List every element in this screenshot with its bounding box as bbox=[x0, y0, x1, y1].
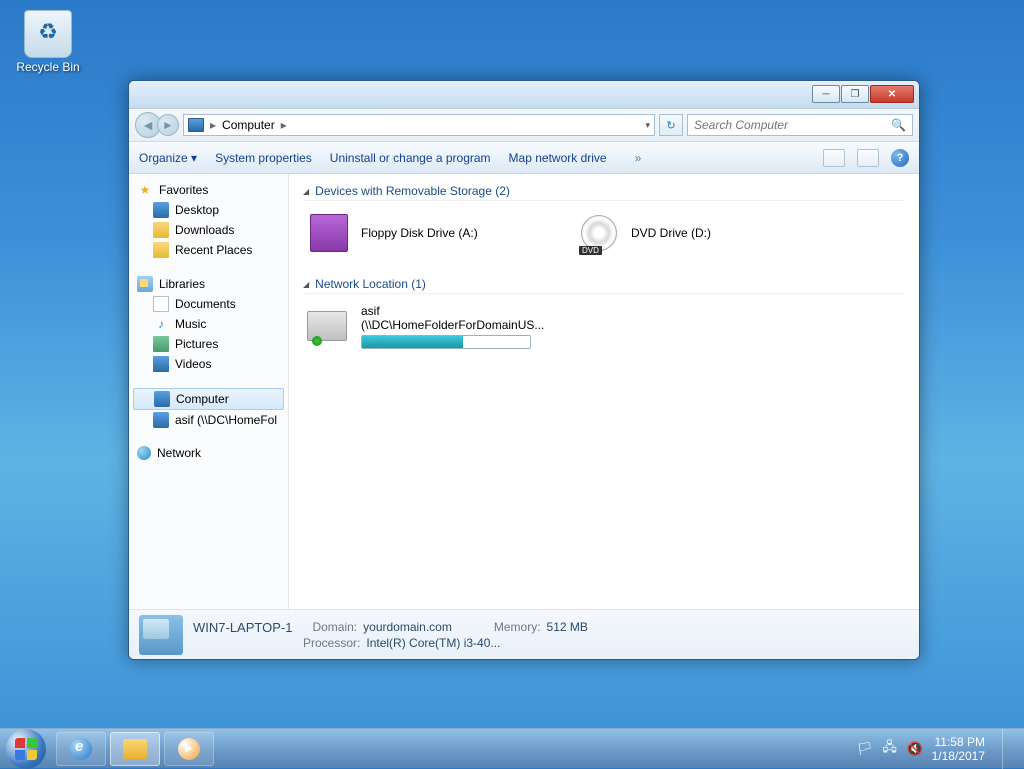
overflow-chevron-icon[interactable]: » bbox=[635, 151, 642, 165]
chevron-down-icon: ▾ bbox=[191, 151, 197, 165]
taskbar-media-player[interactable] bbox=[164, 732, 214, 766]
floppy-drive-item[interactable]: Floppy Disk Drive (A:) bbox=[303, 207, 563, 259]
clock[interactable]: 11:58 PM 1/18/2017 bbox=[932, 735, 985, 763]
sidebar-item-pictures[interactable]: Pictures bbox=[129, 334, 288, 354]
address-location[interactable]: Computer bbox=[222, 118, 275, 132]
dvd-icon: DVD bbox=[577, 211, 621, 255]
navigation-pane: ★Favorites Desktop Downloads Recent Plac… bbox=[129, 174, 289, 609]
close-button[interactable]: ✕ bbox=[870, 85, 914, 103]
dvd-drive-item[interactable]: DVD DVD Drive (D:) bbox=[573, 207, 833, 259]
videos-icon bbox=[153, 356, 169, 372]
domain-value: yourdomain.com bbox=[363, 620, 452, 635]
libraries-icon bbox=[137, 276, 153, 292]
uninstall-button[interactable]: Uninstall or change a program bbox=[330, 151, 491, 165]
network-tray-icon[interactable]: 🖧 bbox=[882, 741, 898, 757]
folder-icon bbox=[123, 739, 147, 759]
folder-icon bbox=[153, 242, 169, 258]
memory-value: 512 MB bbox=[547, 620, 588, 635]
titlebar[interactable]: ─ ❐ ✕ bbox=[129, 81, 919, 109]
content-pane: ◢Devices with Removable Storage (2) Flop… bbox=[289, 174, 919, 609]
recycle-bin-icon bbox=[24, 10, 72, 58]
folder-icon bbox=[153, 222, 169, 238]
network-drive-icon bbox=[307, 305, 351, 349]
search-icon[interactable]: 🔍 bbox=[891, 118, 906, 132]
floppy-icon bbox=[307, 211, 351, 255]
sidebar-item-documents[interactable]: Documents bbox=[129, 294, 288, 314]
drive-icon bbox=[153, 412, 169, 428]
media-player-icon bbox=[178, 738, 200, 760]
preview-pane-button[interactable] bbox=[857, 149, 879, 167]
address-dropdown-icon[interactable]: ▾ bbox=[645, 120, 650, 131]
processor-label: Processor: bbox=[303, 636, 360, 650]
sidebar-item-computer[interactable]: Computer bbox=[133, 388, 284, 410]
address-bar[interactable]: ▸ Computer ▸ ▾ bbox=[183, 114, 655, 136]
maximize-button[interactable]: ❐ bbox=[841, 85, 869, 103]
system-properties-button[interactable]: System properties bbox=[215, 151, 312, 165]
breadcrumb-sep-icon: ▸ bbox=[281, 118, 287, 132]
taskbar[interactable]: 🏳 🖧 🔇 11:58 PM 1/18/2017 bbox=[0, 728, 1024, 768]
computer-name: WIN7-LAPTOP-1 bbox=[193, 620, 292, 635]
sidebar-item-network[interactable]: Network bbox=[129, 444, 288, 462]
recycle-bin[interactable]: Recycle Bin bbox=[10, 10, 86, 74]
sidebar-item-desktop[interactable]: Desktop bbox=[129, 200, 288, 220]
show-desktop-button[interactable] bbox=[1002, 729, 1014, 769]
section-removable-storage[interactable]: ◢Devices with Removable Storage (2) bbox=[303, 182, 905, 201]
computer-icon bbox=[154, 391, 170, 407]
sidebar-item-network-drive[interactable]: asif (\\DC\HomeFol bbox=[129, 410, 288, 430]
domain-label: Domain: bbox=[312, 620, 357, 635]
system-tray: 🏳 🖧 🔇 11:58 PM 1/18/2017 bbox=[857, 729, 1018, 769]
document-icon bbox=[153, 296, 169, 312]
sidebar-item-recent[interactable]: Recent Places bbox=[129, 240, 288, 260]
section-network-location[interactable]: ◢Network Location (1) bbox=[303, 275, 905, 294]
start-button[interactable] bbox=[6, 729, 46, 769]
ie-icon bbox=[70, 738, 92, 760]
space-bar bbox=[361, 335, 531, 349]
map-drive-button[interactable]: Map network drive bbox=[509, 151, 607, 165]
drive-path: (\\DC\HomeFolderForDomainUS... bbox=[361, 318, 559, 332]
pictures-icon bbox=[153, 336, 169, 352]
action-center-icon[interactable]: 🏳 bbox=[857, 741, 873, 757]
favorites-group[interactable]: ★Favorites bbox=[129, 180, 288, 200]
time: 11:58 PM bbox=[932, 735, 985, 749]
sidebar-item-music[interactable]: ♪Music bbox=[129, 314, 288, 334]
collapse-icon: ◢ bbox=[303, 187, 309, 196]
help-button[interactable]: ? bbox=[891, 149, 909, 167]
network-drive-item[interactable]: asif (\\DC\HomeFolderForDomainUS... bbox=[303, 300, 563, 353]
explorer-window: ─ ❐ ✕ ◄ ► ▸ Computer ▸ ▾ ↻ 🔍 Organize ▾ … bbox=[128, 80, 920, 660]
date: 1/18/2017 bbox=[932, 749, 985, 763]
sidebar-item-downloads[interactable]: Downloads bbox=[129, 220, 288, 240]
refresh-button[interactable]: ↻ bbox=[659, 114, 683, 136]
view-button[interactable] bbox=[823, 149, 845, 167]
recycle-bin-label: Recycle Bin bbox=[10, 60, 86, 74]
search-box[interactable]: 🔍 bbox=[687, 114, 913, 136]
music-icon: ♪ bbox=[153, 316, 169, 332]
nav-bar: ◄ ► ▸ Computer ▸ ▾ ↻ 🔍 bbox=[129, 109, 919, 142]
breadcrumb-sep-icon: ▸ bbox=[210, 118, 216, 132]
computer-large-icon bbox=[139, 615, 183, 655]
processor-value: Intel(R) Core(TM) i3-40... bbox=[366, 636, 500, 650]
libraries-group[interactable]: Libraries bbox=[129, 274, 288, 294]
network-icon bbox=[137, 446, 151, 460]
organize-menu[interactable]: Organize ▾ bbox=[139, 151, 197, 165]
taskbar-ie[interactable] bbox=[56, 732, 106, 766]
forward-button[interactable]: ► bbox=[157, 114, 179, 136]
sidebar-item-videos[interactable]: Videos bbox=[129, 354, 288, 374]
command-bar: Organize ▾ System properties Uninstall o… bbox=[129, 142, 919, 174]
search-input[interactable] bbox=[694, 118, 891, 132]
memory-label: Memory: bbox=[494, 620, 541, 635]
details-pane: WIN7-LAPTOP-1 Domain: yourdomain.com Mem… bbox=[129, 609, 919, 659]
computer-icon bbox=[188, 118, 204, 132]
collapse-icon: ◢ bbox=[303, 280, 309, 289]
volume-icon[interactable]: 🔇 bbox=[907, 741, 923, 757]
drive-name: asif bbox=[361, 304, 559, 318]
desktop-icon bbox=[153, 202, 169, 218]
minimize-button[interactable]: ─ bbox=[812, 85, 840, 103]
star-icon: ★ bbox=[137, 182, 153, 198]
taskbar-explorer[interactable] bbox=[110, 732, 160, 766]
